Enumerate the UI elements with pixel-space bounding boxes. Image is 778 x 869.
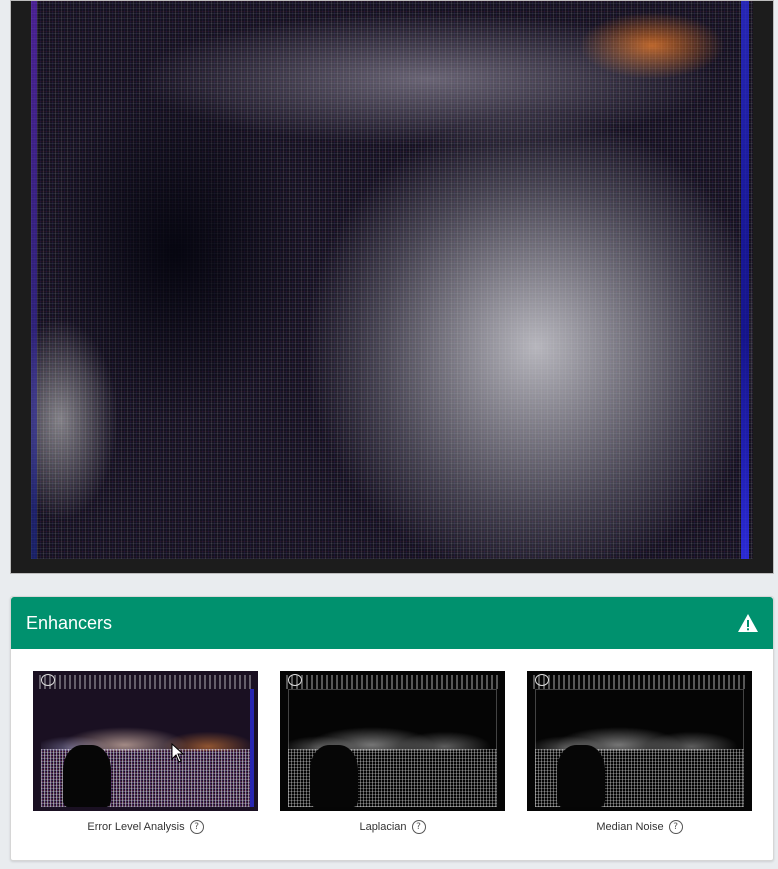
laplacian-thumbnail[interactable]	[280, 671, 505, 811]
image-edge-artifact	[250, 689, 254, 807]
ela-thumbnail[interactable]	[33, 671, 258, 811]
median-noise-thumbnail[interactable]	[527, 671, 752, 811]
enhancer-label: Median Noise	[596, 821, 664, 833]
tree-silhouette	[557, 745, 605, 807]
enhancers-panel-header: Enhancers	[11, 597, 773, 649]
seal-mark	[288, 674, 302, 686]
enhancer-laplacian[interactable]: Laplacian ?	[280, 671, 505, 834]
document-header-strip	[39, 675, 252, 689]
image-edge-artifact	[31, 1, 37, 559]
enhancer-thumbnails: Error Level Analysis ? Laplacian ? Media…	[11, 649, 773, 861]
enhancer-ela[interactable]: Error Level Analysis ?	[33, 671, 258, 834]
thumbnail-caption: Laplacian ?	[280, 820, 505, 834]
question-circle-icon[interactable]: ?	[411, 820, 426, 834]
panel-title: Enhancers	[26, 612, 113, 633]
image-edge-artifact	[741, 1, 749, 559]
enhancer-median-noise[interactable]: Median Noise ?	[527, 671, 752, 834]
question-circle-icon[interactable]: ?	[189, 820, 204, 834]
mouse-cursor-icon	[171, 743, 185, 763]
document-header-strip	[533, 675, 746, 689]
error-level-analysis-result-image	[31, 1, 753, 559]
seal-mark	[41, 674, 55, 686]
thumbnail-caption: Median Noise ?	[527, 820, 752, 834]
thumbnail-caption: Error Level Analysis ?	[33, 820, 258, 834]
tree-silhouette	[310, 745, 358, 807]
tree-silhouette	[63, 745, 111, 807]
forensic-image-viewer	[10, 0, 774, 574]
document-header-strip	[286, 675, 499, 689]
enhancers-panel: Enhancers Error Level Analysis ? Laplaci…	[10, 596, 774, 861]
question-circle-icon[interactable]: ?	[668, 820, 683, 834]
seal-mark	[535, 674, 549, 686]
enhancer-label: Laplacian	[359, 821, 407, 833]
hills-region	[288, 721, 497, 751]
enhancer-label: Error Level Analysis	[87, 821, 185, 833]
hills-region	[41, 721, 250, 751]
hills-region	[535, 721, 744, 751]
warning-triangle-icon[interactable]	[737, 613, 759, 633]
